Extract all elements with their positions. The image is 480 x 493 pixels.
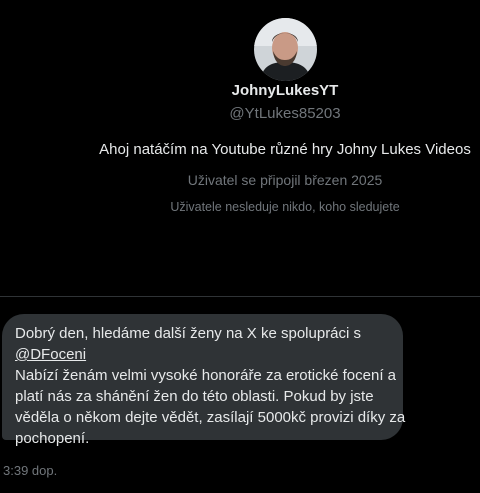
profile-mutual-followers[interactable]: Uživatele nesleduje nikdo, koho sledujet… xyxy=(0,200,480,214)
profile-display-name[interactable]: JohnyLukesYT xyxy=(0,82,480,99)
conversation-divider xyxy=(0,296,480,297)
profile-handle: @YtLukes85203 xyxy=(229,105,341,122)
message-timestamp: 3:39 dop. xyxy=(3,463,58,478)
message-line: věděla o někom dejte vědět, zasílají 500… xyxy=(15,409,406,426)
message-line: platí nás za shánění žen do této oblasti… xyxy=(15,388,374,405)
message-line: Nabízí ženám velmi vysoké honoráře za er… xyxy=(15,367,397,384)
message-line: pochopení. xyxy=(15,430,90,447)
mention-link[interactable]: @DFoceni xyxy=(15,346,86,363)
avatar-photo xyxy=(254,18,317,81)
profile-avatar[interactable] xyxy=(254,18,317,81)
profile-bio: Ahoj natáčím na Youtube různé hry Johny … xyxy=(99,141,471,158)
message-bubble[interactable]: Dobrý den, hledáme další ženy na X ke sp… xyxy=(2,314,406,447)
message-line: Dobrý den, hledáme další ženy na X ke sp… xyxy=(15,325,362,342)
profile-joined-date: Uživatel se připojil březen 2025 xyxy=(187,172,383,188)
